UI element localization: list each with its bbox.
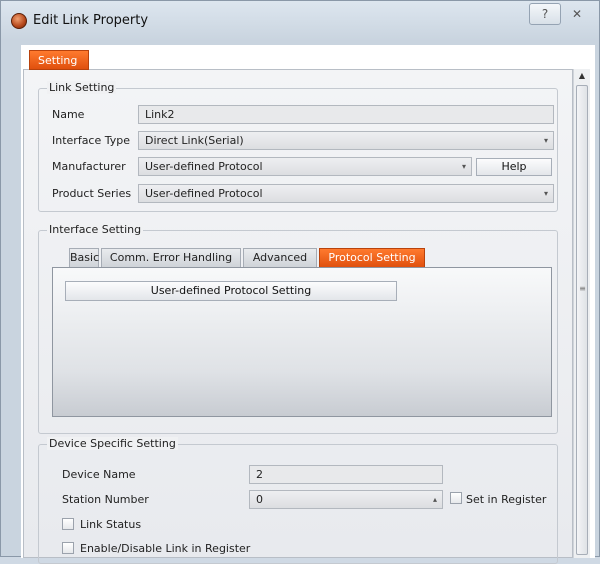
protocol-tab-body: User-defined Protocol Setting: [52, 267, 552, 417]
product-series-select[interactable]: User-defined Protocol ▾: [138, 184, 554, 203]
tab-basic[interactable]: Basic: [69, 248, 99, 268]
set-in-register-label: Set in Register: [466, 493, 547, 506]
help-button[interactable]: Help: [476, 158, 552, 176]
device-name-field[interactable]: 2: [249, 465, 443, 484]
interface-setting-title: Interface Setting: [47, 223, 144, 236]
manufacturer-value: User-defined Protocol: [145, 160, 263, 173]
close-icon[interactable]: ✕: [561, 3, 593, 25]
tab-advanced[interactable]: Advanced: [243, 248, 317, 268]
user-defined-protocol-setting-button[interactable]: User-defined Protocol Setting: [65, 281, 397, 301]
tab-comm-error-handling[interactable]: Comm. Error Handling: [101, 248, 241, 268]
link-status-label: Link Status: [80, 518, 142, 531]
set-in-register-checkbox[interactable]: [450, 492, 462, 504]
enable-disable-label: Enable/Disable Link in Register: [80, 542, 251, 555]
enable-disable-checkbox[interactable]: [62, 542, 74, 554]
manufacturer-select[interactable]: User-defined Protocol ▾: [138, 157, 472, 176]
station-number-label: Station Number: [62, 493, 149, 506]
window-title: Edit Link Property: [33, 13, 149, 28]
chevron-down-icon[interactable]: ▾: [539, 132, 553, 149]
product-series-value: User-defined Protocol: [145, 187, 263, 200]
station-number-value: 0: [256, 493, 263, 506]
chevron-down-icon[interactable]: ▾: [539, 185, 553, 202]
tab-setting[interactable]: Setting: [29, 50, 89, 70]
app-icon: [11, 13, 27, 29]
name-field[interactable]: Link2: [138, 105, 554, 124]
product-series-label: Product Series: [52, 187, 132, 200]
grip-icon: ≡: [579, 284, 586, 293]
tab-protocol-setting[interactable]: Protocol Setting: [319, 248, 425, 268]
vertical-scrollbar[interactable]: ▲ ≡: [573, 69, 590, 558]
help-icon[interactable]: ?: [529, 3, 561, 25]
dialog-window: Edit Link Property ? ✕ Setting Link Sett…: [0, 0, 600, 564]
device-setting-title: Device Specific Setting: [47, 437, 178, 450]
title-bar: Edit Link Property ? ✕: [1, 1, 599, 39]
spin-up-icon[interactable]: ▴: [428, 491, 442, 508]
station-number-spinner[interactable]: 0 ▴: [249, 490, 443, 509]
link-setting-title: Link Setting: [47, 81, 117, 94]
name-label: Name: [52, 108, 85, 121]
interface-type-label: Interface Type: [52, 134, 131, 147]
interface-type-select[interactable]: Direct Link(Serial) ▾: [138, 131, 554, 150]
chevron-down-icon[interactable]: ▾: [457, 158, 471, 175]
device-name-label: Device Name: [62, 468, 136, 481]
manufacturer-label: Manufacturer: [52, 160, 126, 173]
link-status-checkbox[interactable]: [62, 518, 74, 530]
interface-type-value: Direct Link(Serial): [145, 134, 244, 147]
scroll-up-icon[interactable]: ▲: [574, 69, 590, 83]
scroll-thumb[interactable]: ≡: [576, 85, 588, 555]
